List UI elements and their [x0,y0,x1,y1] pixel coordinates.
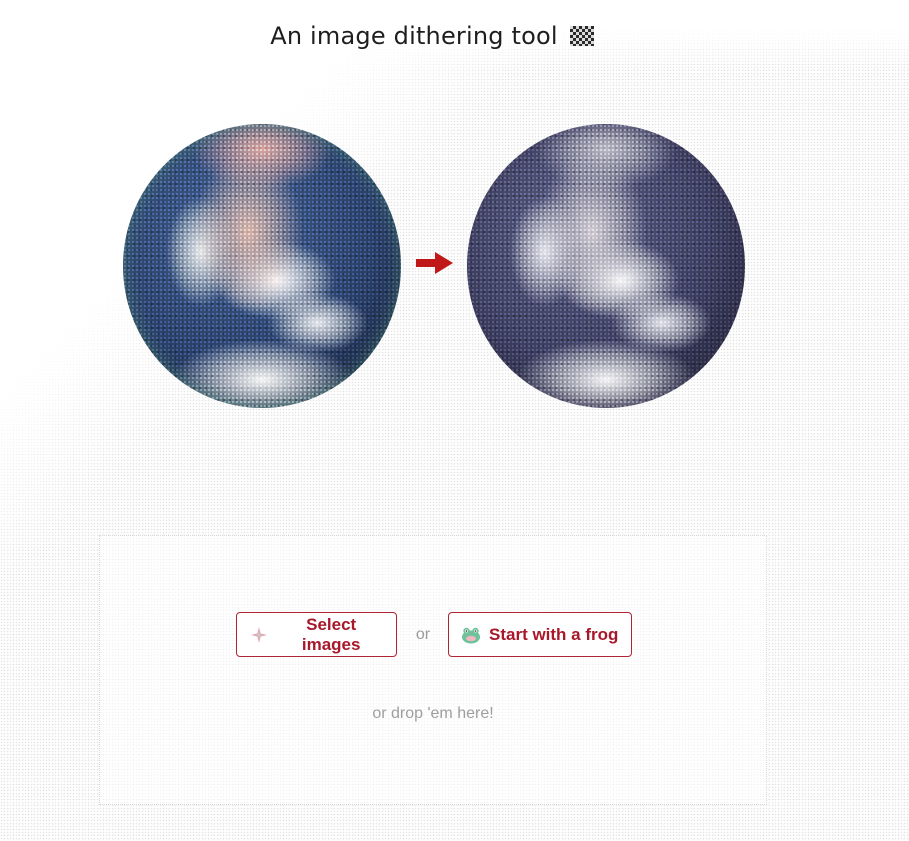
start-with-frog-label: Start with a frog [489,624,619,644]
sparkle-image-icon [249,625,268,645]
earth-original-image [123,124,401,408]
page-title: An image dithering tool [0,22,864,50]
image-texture [467,124,745,408]
drop-hint: or drop 'em here! [372,705,494,722]
or-separator: or [415,626,431,643]
image-texture [123,124,401,408]
frog-icon [461,625,481,645]
drop-zone[interactable] [99,535,767,805]
earth-dithered-image [467,124,745,408]
right-arrow-icon [416,252,453,274]
page-title-text: An image dithering tool [270,22,558,50]
select-images-button[interactable]: Select images [236,612,397,657]
checkerboard-icon [569,26,594,46]
select-images-label: Select images [301,614,361,654]
start-with-frog-button[interactable]: Start with a frog [448,612,632,657]
